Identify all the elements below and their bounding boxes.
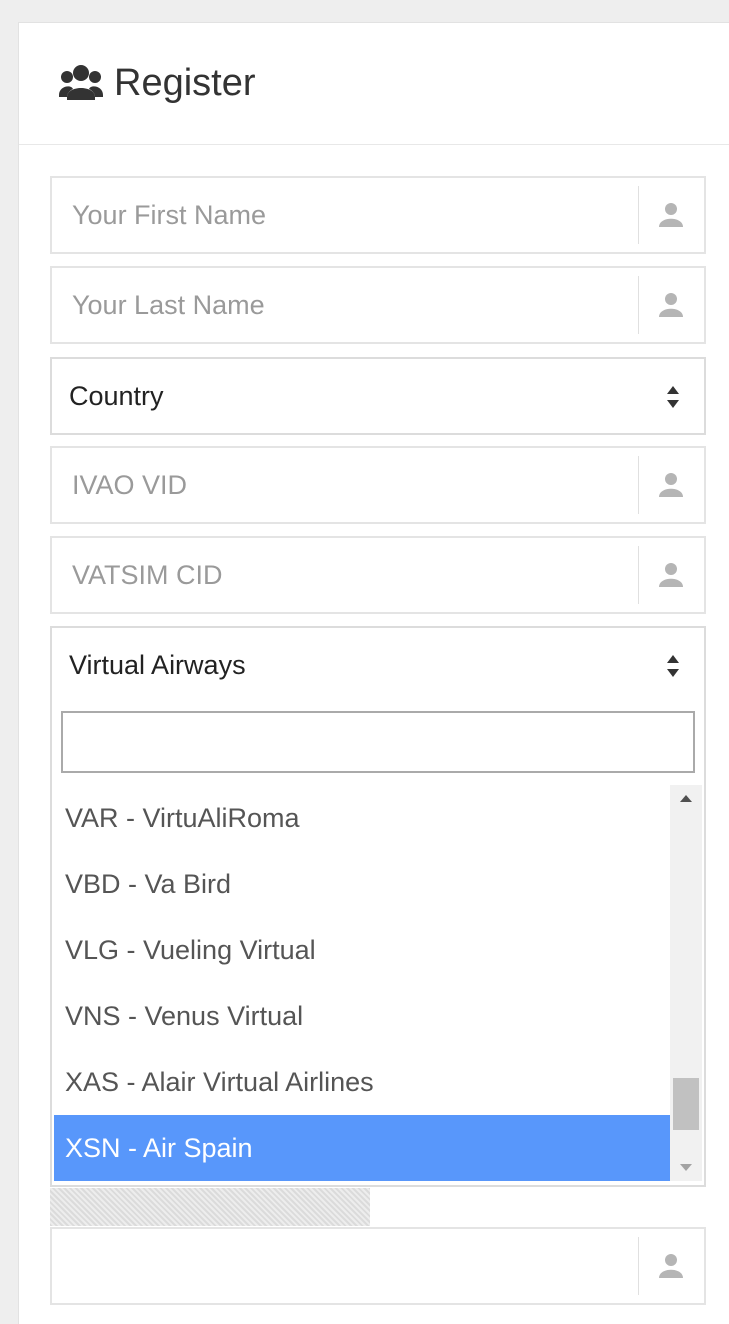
virtual-airways-select[interactable]: Virtual Airways — [50, 626, 706, 704]
users-icon — [59, 65, 103, 100]
last-name-addon — [638, 268, 704, 342]
user-icon — [659, 293, 683, 317]
addon-divider — [638, 546, 639, 604]
vatsim-cid-field — [50, 536, 706, 614]
scroll-thumb[interactable] — [673, 1077, 699, 1130]
option-item[interactable]: XSN - Air Spain — [54, 1115, 670, 1181]
country-select-value: Country — [69, 381, 164, 411]
addon-divider — [638, 276, 639, 334]
options-list: VAR - VirtuAliRoma VBD - Va Bird VLG - V… — [54, 785, 670, 1183]
dropdown-search-input[interactable] — [61, 711, 695, 773]
user-icon — [659, 473, 683, 497]
user-icon — [659, 1254, 683, 1278]
option-item[interactable]: VBD - Va Bird — [54, 851, 670, 917]
option-item[interactable]: XAS - Alair Virtual Airlines — [54, 1049, 670, 1115]
bottom-input[interactable] — [52, 1229, 638, 1303]
ivao-vid-input[interactable] — [52, 448, 638, 522]
bottom-field — [50, 1227, 706, 1305]
captcha-image — [50, 1188, 370, 1226]
virtual-airways-dropdown: VAR - VirtuAliRoma VBD - Va Bird VLG - V… — [50, 699, 706, 1187]
ivao-vid-addon — [638, 448, 704, 522]
sort-arrows-icon — [667, 386, 679, 408]
first-name-field — [50, 176, 706, 254]
user-icon — [659, 203, 683, 227]
first-name-input[interactable] — [52, 178, 638, 252]
panel-header: Register — [19, 23, 729, 145]
option-item[interactable]: VNS - Venus Virtual — [54, 983, 670, 1049]
addon-divider — [638, 186, 639, 244]
scroll-down-arrow-icon[interactable] — [670, 1153, 702, 1181]
option-item[interactable]: VAR - VirtuAliRoma — [54, 785, 670, 851]
addon-divider — [638, 456, 639, 514]
page-title: Register — [114, 62, 256, 104]
vatsim-cid-addon — [638, 538, 704, 612]
options-scrollbar[interactable] — [670, 785, 702, 1181]
vatsim-cid-input[interactable] — [52, 538, 638, 612]
addon-divider — [638, 1237, 639, 1295]
virtual-airways-select-value: Virtual Airways — [69, 650, 246, 680]
scroll-up-arrow-icon[interactable] — [670, 785, 702, 813]
first-name-addon — [638, 178, 704, 252]
last-name-input[interactable] — [52, 268, 638, 342]
option-item[interactable]: VLG - Vueling Virtual — [54, 917, 670, 983]
last-name-field — [50, 266, 706, 344]
bottom-addon — [638, 1229, 704, 1303]
ivao-vid-field — [50, 446, 706, 524]
country-select[interactable]: Country — [50, 357, 706, 435]
sort-arrows-icon — [667, 655, 679, 677]
user-icon — [659, 563, 683, 587]
